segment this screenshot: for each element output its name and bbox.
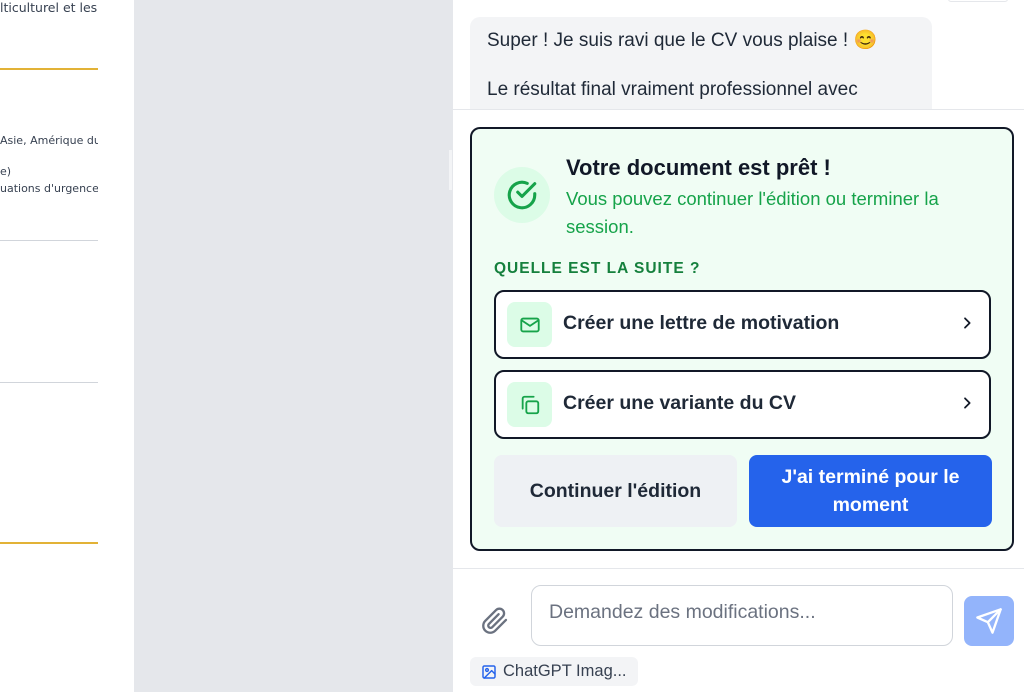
attachment-name: ChatGPT Imag... [503, 662, 627, 680]
send-button[interactable] [964, 596, 1014, 646]
doc-divider [0, 240, 98, 241]
continue-editing-button[interactable]: Continuer l'édition [494, 455, 737, 527]
doc-text-line: uations d'urgence [0, 182, 98, 195]
message-input[interactable]: Demandez des modifications... [531, 585, 953, 646]
card-subtitle: Vous pouvez continuer l'édition ou termi… [566, 188, 939, 237]
message-text: Super ! Je suis ravi que le CV vous plai… [487, 30, 878, 51]
chevron-right-icon [959, 395, 975, 416]
option-label: Créer une lettre de motivation [563, 312, 840, 334]
doc-text-line: Asie, Amérique du [0, 134, 98, 147]
message-stub [948, 0, 1008, 2]
doc-divider [0, 382, 98, 383]
preview-canvas-background [134, 0, 452, 692]
doc-section-divider [0, 68, 98, 70]
doc-text-line: e) [0, 165, 12, 178]
document-preview: lticulturel et les Asie, Amérique du e) … [0, 0, 134, 692]
option-label: Créer une variante du CV [563, 392, 796, 414]
mail-icon [507, 302, 552, 347]
copy-icon [507, 382, 552, 427]
image-icon [482, 664, 496, 679]
next-steps-heading: QUELLE EST LA SUITE ? [494, 260, 701, 277]
card-title: Votre document est prêt ! [566, 155, 831, 180]
send-icon [976, 608, 1002, 634]
chat-panel: Super ! Je suis ravi que le CV vous plai… [452, 0, 1024, 692]
create-cover-letter-button[interactable]: Créer une lettre de motivation [494, 290, 991, 359]
message-list[interactable]: Super ! Je suis ravi que le CV vous plai… [453, 0, 1024, 110]
composer-divider [453, 568, 1024, 569]
check-circle-icon [494, 167, 550, 223]
finish-session-button[interactable]: J'ai terminé pour le moment [749, 455, 992, 527]
document-ready-card: Votre document est prêt ! Vous pouvez co… [470, 127, 1014, 551]
chevron-right-icon [959, 315, 975, 336]
assistant-message: Super ! Je suis ravi que le CV vous plai… [470, 17, 932, 109]
create-cv-variant-button[interactable]: Créer une variante du CV [494, 370, 991, 439]
doc-section-divider [0, 542, 98, 544]
paperclip-icon[interactable] [481, 606, 509, 641]
attachment-chip[interactable]: ChatGPT Imag... [470, 657, 638, 686]
message-text: Le résultat final vraiment professionnel… [487, 79, 858, 100]
doc-text-line: lticulturel et les [0, 0, 98, 15]
